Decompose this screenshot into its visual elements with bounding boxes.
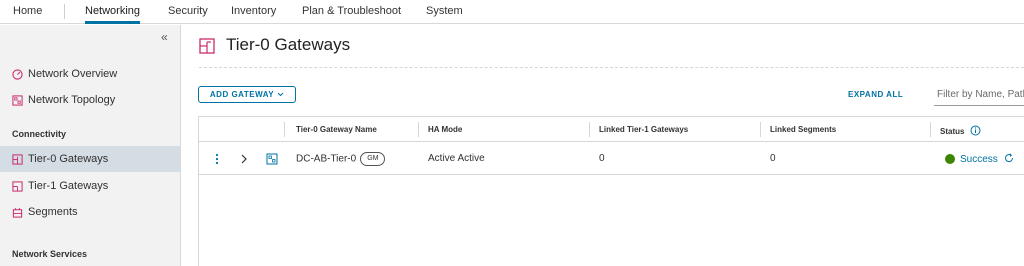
- chevron-down-icon: [277, 92, 284, 97]
- sidebar-item-tier1-gateways[interactable]: Tier-1 Gateways: [0, 173, 180, 199]
- column-divider: [418, 122, 419, 137]
- tab-security[interactable]: Security: [168, 0, 208, 24]
- topology-icon: [12, 94, 23, 106]
- table-row: DC-AB-Tier-0 GM Active Active 0 0 Success: [199, 143, 1024, 175]
- header-divider: [199, 67, 1024, 68]
- sidebar-item-segments[interactable]: Segments: [0, 199, 180, 225]
- sidebar-item-network-topology[interactable]: Network Topology: [0, 87, 180, 113]
- column-header-ha-mode[interactable]: HA Mode: [428, 125, 462, 134]
- add-gateway-label: ADD GATEWAY: [209, 90, 275, 99]
- collapse-sidebar-icon[interactable]: «: [161, 30, 168, 44]
- column-header-linked-tier1[interactable]: Linked Tier-1 Gateways: [599, 125, 688, 134]
- status-cell: Success: [945, 153, 1014, 165]
- column-divider: [589, 122, 590, 137]
- success-status-icon: [945, 154, 955, 165]
- sidebar-item-label: Tier-1 Gateways: [28, 180, 109, 192]
- tab-system[interactable]: System: [426, 0, 463, 24]
- sidebar-item-network-overview[interactable]: Network Overview: [0, 61, 180, 87]
- gauge-icon: [12, 68, 23, 80]
- segments-icon: [12, 207, 23, 218]
- tier0-gateway-icon: [12, 153, 23, 165]
- gateways-table: Tier-0 Gateway Name HA Mode Linked Tier-…: [198, 116, 1024, 266]
- column-header-linked-segments[interactable]: Linked Segments: [770, 125, 836, 134]
- nav-divider: [64, 4, 65, 19]
- sidebar-item-label: Network Overview: [28, 68, 118, 80]
- sidebar: « Network Overview Network Topology Conn…: [0, 25, 181, 266]
- linked-segments-cell: 0: [770, 153, 776, 164]
- filter-input[interactable]: [934, 84, 1024, 106]
- tab-plan-troubleshoot[interactable]: Plan & Troubleshoot: [302, 0, 401, 24]
- table-header: Tier-0 Gateway Name HA Mode Linked Tier-…: [199, 117, 1024, 142]
- column-divider: [930, 122, 931, 137]
- page-title: Tier-0 Gateways: [226, 35, 351, 54]
- sidebar-item-label: Segments: [28, 206, 78, 218]
- column-header-status[interactable]: Status: [940, 125, 981, 136]
- add-gateway-button[interactable]: ADD GATEWAY: [198, 86, 296, 103]
- status-text[interactable]: Success: [960, 154, 998, 165]
- sidebar-item-label: Tier-0 Gateways: [28, 153, 109, 165]
- tab-networking[interactable]: Networking: [85, 0, 141, 24]
- gateway-name: DC-AB-Tier-0: [296, 153, 357, 165]
- sidebar-item-tier0-gateways[interactable]: Tier-0 Gateways: [0, 146, 180, 172]
- tier0-gateway-icon: [199, 38, 215, 54]
- column-header-name[interactable]: Tier-0 Gateway Name: [296, 125, 377, 134]
- column-header-status-label: Status: [940, 127, 965, 136]
- sidebar-item-label: Network Topology: [28, 94, 116, 106]
- column-divider: [284, 122, 285, 137]
- linked-tier1-cell: 0: [599, 153, 605, 164]
- expand-all-button[interactable]: EXPAND ALL: [848, 90, 903, 99]
- chevron-right-icon[interactable]: [241, 154, 247, 164]
- top-navigation: Home Networking Security Inventory Plan …: [0, 0, 1024, 24]
- ha-mode-cell: Active Active: [428, 153, 485, 164]
- info-icon[interactable]: [970, 125, 981, 136]
- refresh-icon[interactable]: [1004, 153, 1014, 163]
- gm-badge: GM: [360, 152, 386, 166]
- tier1-gateway-icon: [12, 180, 23, 192]
- section-connectivity: Connectivity: [12, 129, 67, 139]
- tab-home[interactable]: Home: [13, 0, 42, 24]
- gateway-name-cell: DC-AB-Tier-0 GM: [296, 152, 386, 166]
- tab-inventory[interactable]: Inventory: [231, 0, 276, 24]
- more-actions-icon[interactable]: [215, 153, 219, 165]
- topology-icon[interactable]: [266, 153, 278, 165]
- column-divider: [760, 122, 761, 137]
- section-network-services: Network Services: [12, 249, 88, 259]
